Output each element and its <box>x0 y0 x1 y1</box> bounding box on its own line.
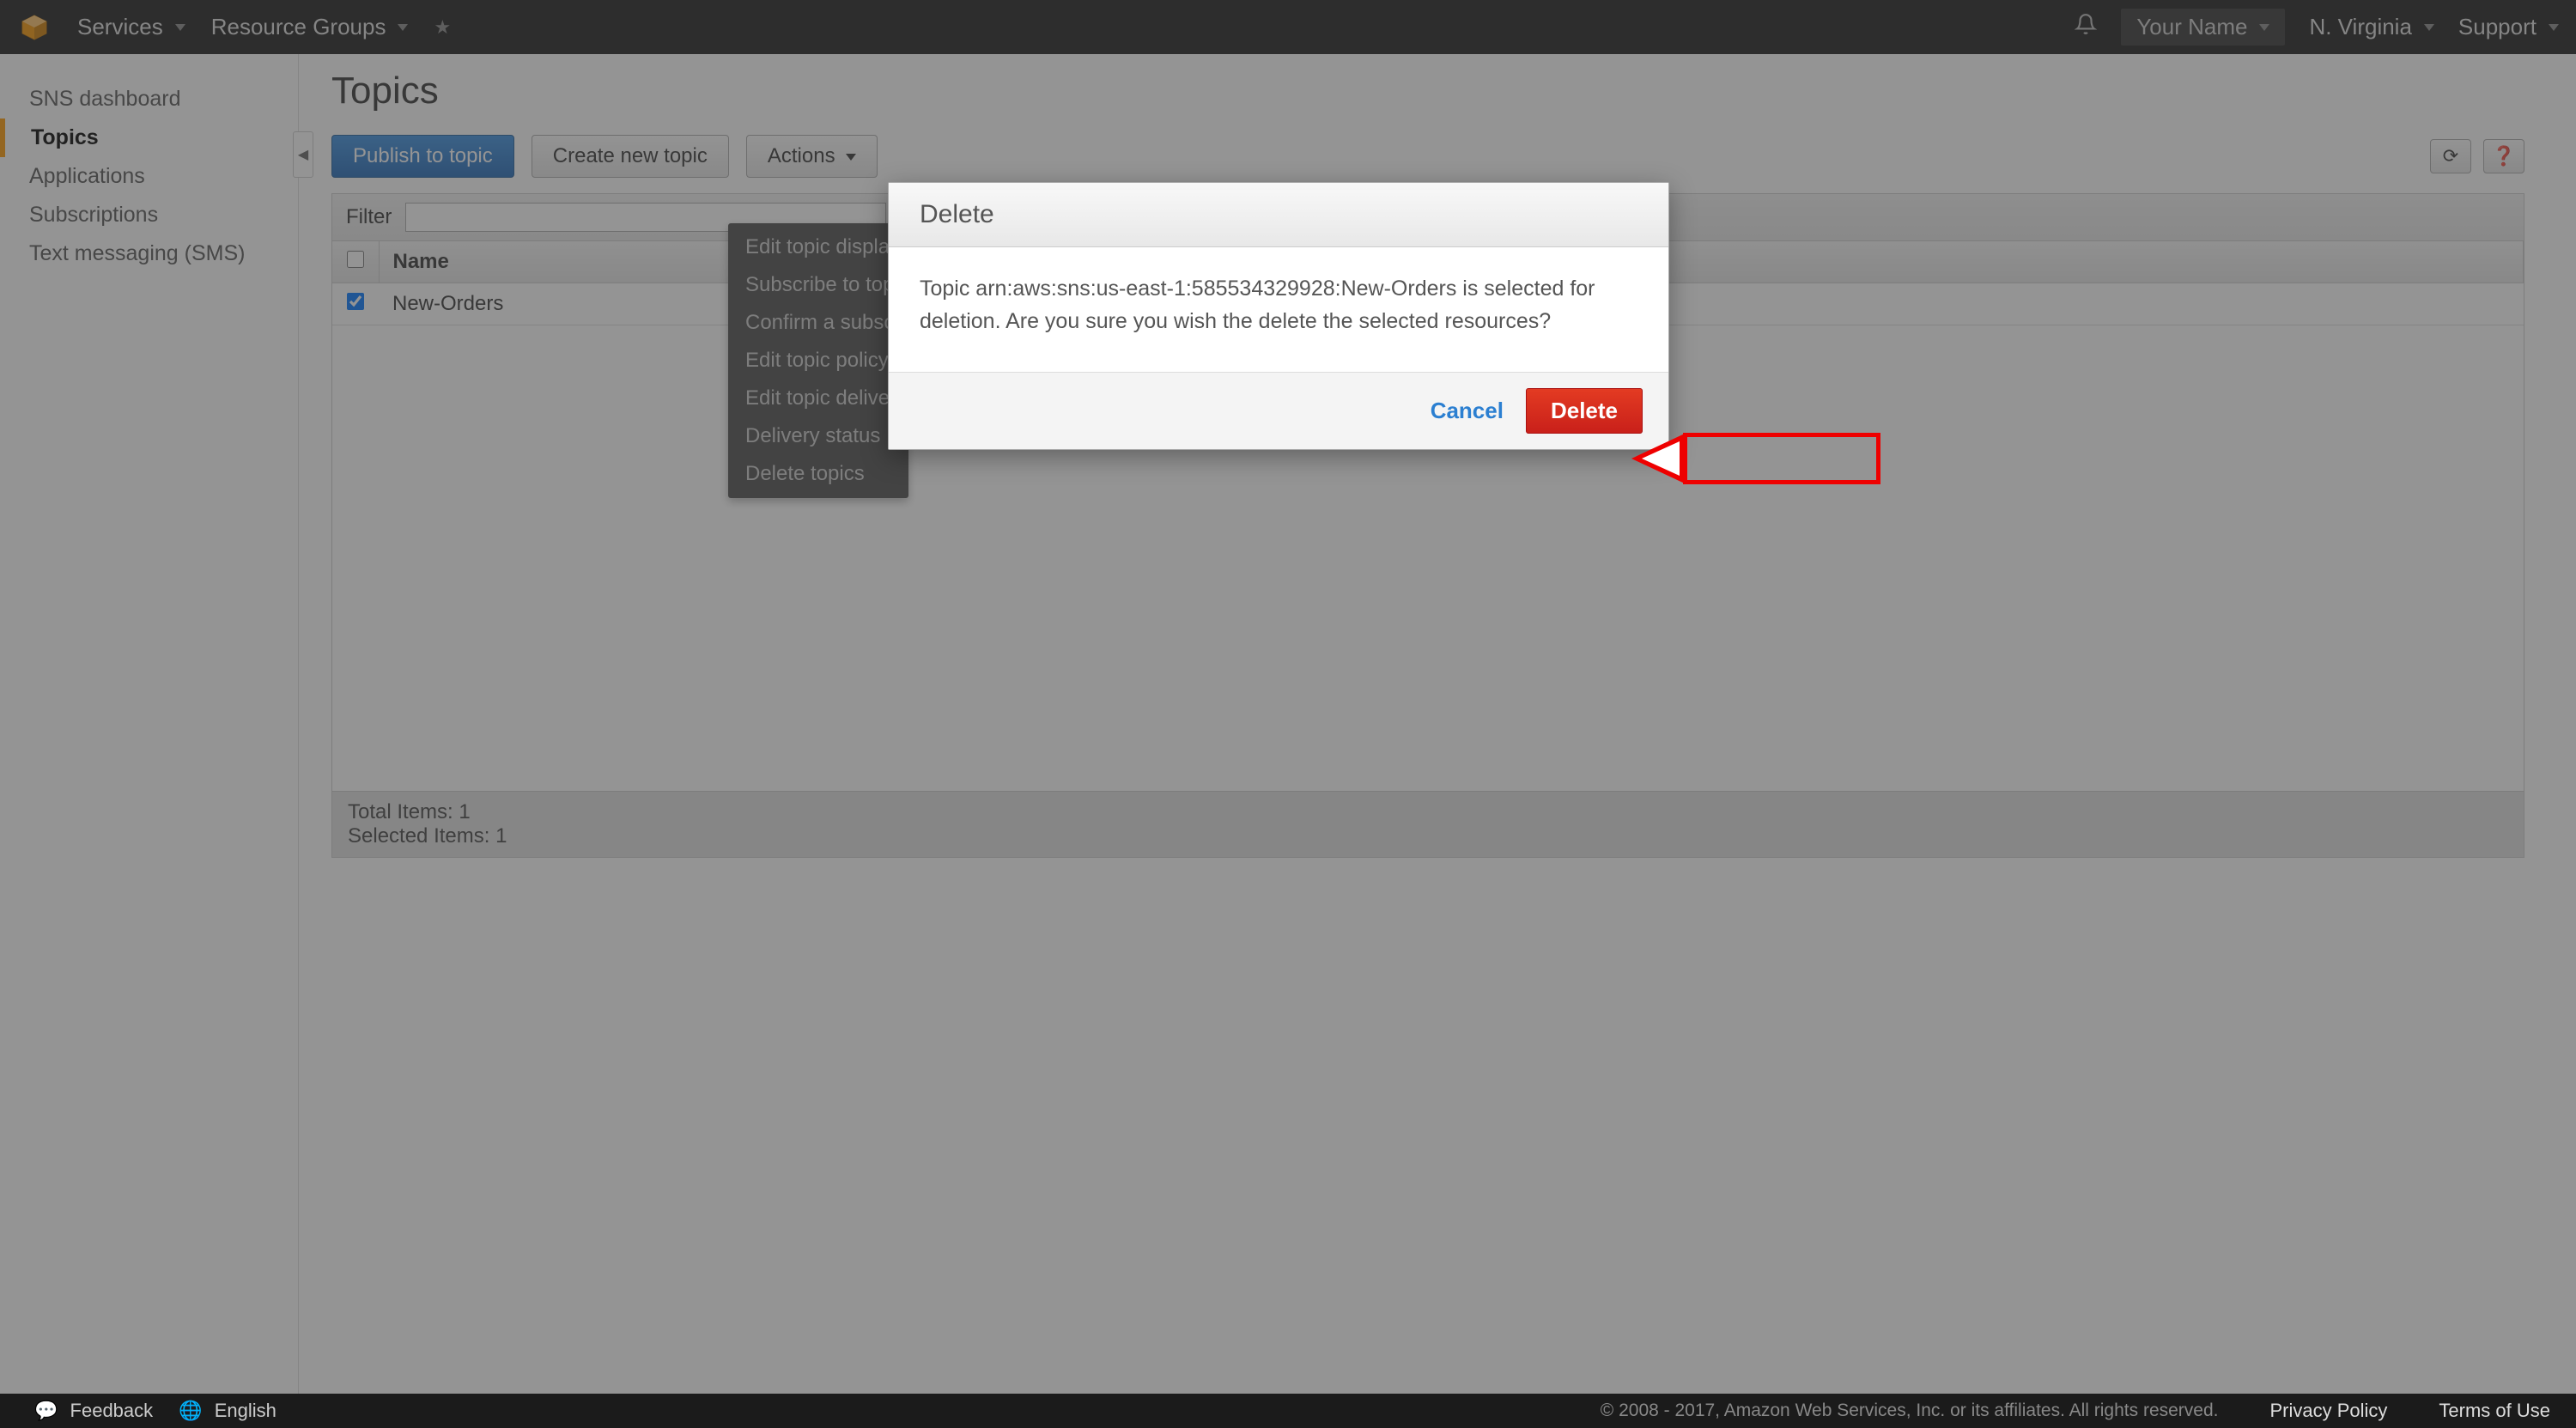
delete-modal: Delete Topic arn:aws:sns:us-east-1:58553… <box>888 182 1669 450</box>
feedback-label: Feedback <box>70 1400 154 1421</box>
language-label: English <box>215 1400 276 1421</box>
delete-button[interactable]: Delete <box>1526 388 1643 434</box>
modal-title: Delete <box>889 183 1668 247</box>
modal-body: Topic arn:aws:sns:us-east-1:585534329928… <box>889 247 1668 372</box>
modal-footer: Cancel Delete <box>889 372 1668 449</box>
language-selector[interactable]: 🌐 English <box>179 1400 276 1422</box>
chat-icon: 💬 <box>34 1400 58 1421</box>
feedback-link[interactable]: 💬 Feedback <box>34 1400 153 1422</box>
arrow-head-inner <box>1642 441 1680 476</box>
terms-of-use-link[interactable]: Terms of Use <box>2439 1400 2550 1422</box>
globe-icon: 🌐 <box>179 1400 202 1421</box>
arrow-rect <box>1683 433 1880 484</box>
cancel-button[interactable]: Cancel <box>1431 398 1504 424</box>
bottombar: 💬 Feedback 🌐 English © 2008 - 2017, Amaz… <box>0 1394 2576 1428</box>
copyright-text: © 2008 - 2017, Amazon Web Services, Inc.… <box>1601 1401 2219 1421</box>
privacy-policy-link[interactable]: Privacy Policy <box>2269 1400 2387 1422</box>
